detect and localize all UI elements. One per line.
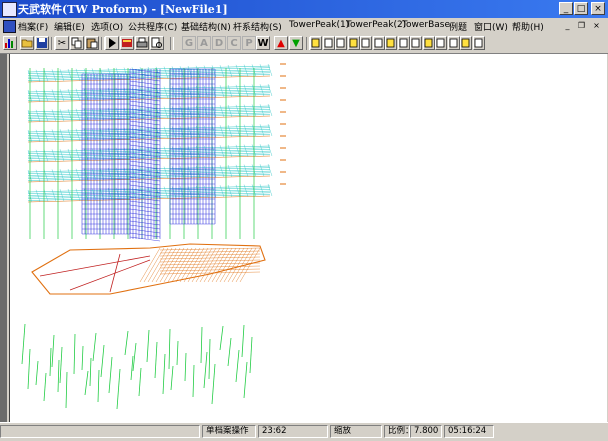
p-button[interactable]: P <box>242 36 256 50</box>
copy-icon[interactable] <box>70 36 84 50</box>
menu-edit[interactable]: 编辑(E) <box>54 20 85 33</box>
maximize-button[interactable]: □ <box>574 2 588 15</box>
menu-towerbase[interactable]: TowerBase <box>402 20 450 30</box>
menu-bar: 档案(F) 编辑(E) 选项(O) 公共程序(C) 基础结构(N) 杆系结构(S… <box>0 18 608 35</box>
tool-8-icon[interactable] <box>397 36 410 50</box>
save-icon[interactable] <box>35 36 49 50</box>
book-icon[interactable] <box>120 36 134 50</box>
status-bar: 单档案操作 23:62 缩放 比例： 7.800 05:16:24 <box>0 422 608 441</box>
g-button[interactable]: G <box>182 36 196 50</box>
tool-4-icon[interactable] <box>347 36 360 50</box>
status-scale-label: 比例： <box>384 425 410 438</box>
menu-window[interactable]: 窗口(W) <box>474 20 508 33</box>
drawing-canvas[interactable] <box>9 54 607 422</box>
toolbar-separator <box>170 37 174 50</box>
d-button[interactable]: D <box>212 36 226 50</box>
left-gutter <box>0 54 7 422</box>
status-scale-value: 7.800 <box>410 425 442 438</box>
menu-examples[interactable]: 例题 <box>449 20 467 33</box>
mdi-close-button[interactable]: × <box>591 20 602 31</box>
tool-3-icon[interactable] <box>335 36 347 50</box>
menu-options[interactable]: 选项(O) <box>91 20 123 33</box>
tool-10-icon[interactable] <box>422 36 435 50</box>
print-preview-icon[interactable] <box>150 36 164 50</box>
menu-help[interactable]: 帮助(H) <box>512 20 544 33</box>
arrow-up-icon[interactable]: ▲ <box>274 36 288 50</box>
arrow-down-icon[interactable]: ▼ <box>289 36 303 50</box>
minimize-button[interactable]: _ <box>559 2 573 15</box>
paste-icon[interactable] <box>85 36 99 50</box>
tool-6-icon[interactable] <box>372 36 385 50</box>
tool-7-icon[interactable] <box>385 36 397 50</box>
chart-icon[interactable] <box>3 36 17 50</box>
app-icon <box>2 2 17 17</box>
tool-1-icon[interactable] <box>310 36 322 50</box>
run-icon[interactable] <box>105 36 119 50</box>
mdi-minimize-button[interactable]: _ <box>562 20 573 31</box>
menu-foundation-structure[interactable]: 基础结构(N) <box>181 20 231 33</box>
status-mode: 单档案操作 <box>202 425 256 438</box>
w-button[interactable]: W <box>256 36 270 50</box>
tool-2-icon[interactable] <box>322 36 335 50</box>
document-icon[interactable] <box>3 20 16 33</box>
structure-drawing <box>21 63 286 410</box>
status-coords: 23:62 <box>258 425 328 438</box>
a-button[interactable]: A <box>197 36 211 50</box>
tool-11-icon[interactable] <box>435 36 447 50</box>
window-title: 天武软件(TW Proform) - [NewFile1] <box>18 3 228 16</box>
c-button[interactable]: C <box>227 36 241 50</box>
cut-icon[interactable]: ✂ <box>55 36 69 50</box>
status-zoom: 缩放 <box>330 425 382 438</box>
toolbar: ✂ G A D C P W ▲ ▼ <box>0 34 608 54</box>
menu-towerpeak-2[interactable]: TowerPeak(2) <box>346 20 406 30</box>
tool-9-icon[interactable] <box>410 36 422 50</box>
tool-5-icon[interactable] <box>360 36 372 50</box>
print-icon[interactable] <box>135 36 149 50</box>
menu-common-programs[interactable]: 公共程序(C) <box>128 20 177 33</box>
status-time: 05:16:24 <box>444 425 494 438</box>
menu-frame-structure[interactable]: 杆系结构(S) <box>233 20 282 33</box>
menu-file[interactable]: 档案(F) <box>18 20 48 33</box>
tool-14-icon[interactable] <box>472 36 485 50</box>
title-bar: 天武软件(TW Proform) - [NewFile1] _ □ × <box>0 0 608 18</box>
status-empty-pane <box>0 425 200 438</box>
tool-13-icon[interactable] <box>460 36 472 50</box>
close-button[interactable]: × <box>591 2 605 15</box>
tool-12-icon[interactable] <box>447 36 460 50</box>
open-folder-icon[interactable] <box>20 36 34 50</box>
mdi-restore-button[interactable]: ❐ <box>576 20 587 31</box>
menu-towerpeak-1[interactable]: TowerPeak(1) <box>289 20 349 30</box>
